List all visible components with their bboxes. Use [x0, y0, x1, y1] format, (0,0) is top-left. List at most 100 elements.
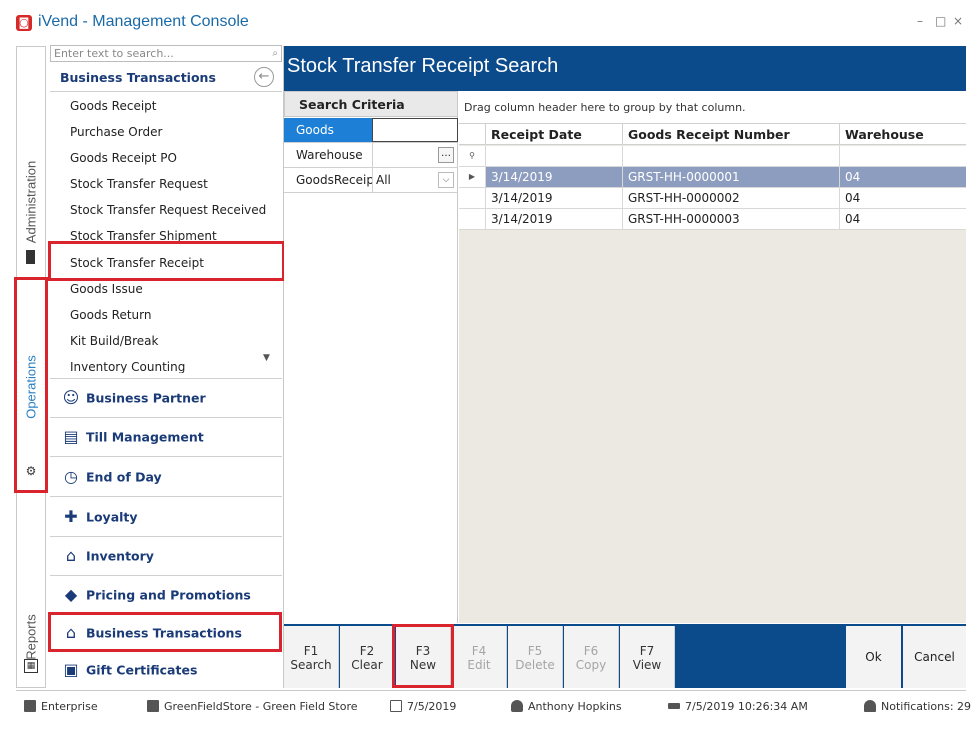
- back-arrow-icon[interactable]: ←: [254, 67, 274, 87]
- action-toolbar: F1 Search F2 Clear F3 New F4 Edit F5 Del…: [284, 624, 966, 688]
- criteria-row-goods[interactable]: Goods: [284, 118, 458, 143]
- scroll-down-icon[interactable]: ▼: [263, 353, 270, 363]
- search-button[interactable]: F1 Search: [284, 626, 339, 688]
- building-icon: [24, 700, 36, 712]
- group-business-transactions-label: Business Transactions: [86, 625, 242, 640]
- delete-button[interactable]: F5 Delete: [508, 626, 563, 688]
- copy-button[interactable]: F6 Copy: [564, 626, 619, 688]
- maximize-button[interactable]: □: [935, 14, 946, 28]
- nav-item-stock-transfer-shipment[interactable]: Stock Transfer Shipment: [70, 227, 217, 245]
- group-business-partner[interactable]: ☺ Business Partner: [50, 378, 282, 417]
- business-partner-icon: ☺: [62, 388, 80, 407]
- nav-item-stock-transfer-request-received[interactable]: Stock Transfer Request Received: [70, 201, 266, 219]
- group-business-transactions[interactable]: ⌂ Business Transactions: [50, 613, 282, 651]
- key-icon: [668, 703, 680, 709]
- clear-label: Clear: [351, 658, 383, 672]
- nav-item-goods-receipt[interactable]: Goods Receipt: [70, 97, 156, 115]
- group-inventory[interactable]: ⌂ Inventory: [50, 536, 282, 575]
- gift-icon: ✚: [64, 506, 78, 526]
- cell-warehouse[interactable]: 04: [839, 167, 966, 187]
- cell-receipt-date[interactable]: 3/14/2019: [485, 188, 622, 208]
- results-grid: Drag column header here to group by that…: [459, 91, 966, 623]
- tab-administration-label: Administration: [23, 160, 39, 244]
- tab-operations[interactable]: Operations ⚙: [17, 281, 45, 493]
- nav-search-input[interactable]: Enter text to search... ⌕: [50, 45, 282, 62]
- status-edition: Enterprise: [24, 700, 98, 713]
- certificate-icon: ▣: [63, 660, 79, 679]
- cell-receipt-date[interactable]: 3/14/2019: [485, 167, 622, 187]
- grid-header-row: Receipt Date Goods Receipt Number Wareho…: [459, 123, 966, 145]
- nav-item-goods-return[interactable]: Goods Return: [70, 306, 152, 324]
- nav-item-stock-transfer-request[interactable]: Stock Transfer Request: [70, 175, 208, 193]
- column-receipt-date[interactable]: Receipt Date: [485, 124, 622, 145]
- search-icon[interactable]: ⌕: [272, 46, 278, 61]
- row-indicator: [459, 188, 485, 208]
- group-gift-certificates-label: Gift Certificates: [86, 662, 198, 678]
- nav-item-goods-issue[interactable]: Goods Issue: [70, 280, 143, 298]
- till-icon: ▤: [63, 427, 79, 446]
- close-button[interactable]: ×: [953, 14, 963, 28]
- tag-icon: ◆: [64, 584, 78, 604]
- group-pricing-and-promotions[interactable]: ◆ Pricing and Promotions: [50, 575, 282, 613]
- filter-cell[interactable]: [622, 146, 839, 166]
- group-end-of-day[interactable]: ◷ End of Day: [50, 456, 282, 496]
- criteria-goods-input[interactable]: [372, 118, 458, 142]
- cell-receipt-date[interactable]: 3/14/2019: [485, 209, 622, 229]
- filter-row[interactable]: ⚲: [459, 146, 966, 167]
- table-row[interactable]: 3/14/2019 GRST-HH-0000003 04: [459, 209, 966, 230]
- view-label: View: [632, 658, 662, 672]
- status-notifications[interactable]: Notifications: 29: [864, 700, 971, 713]
- criteria-row-goodsreceipt[interactable]: GoodsReceip All ⌵: [284, 168, 458, 193]
- nav-section-title: Business Transactions: [60, 70, 216, 85]
- status-notifications-text: Notifications: 29: [881, 700, 972, 713]
- table-row[interactable]: ▶ 3/14/2019 GRST-HH-0000001 04: [459, 167, 966, 188]
- filter-cell[interactable]: [485, 146, 622, 166]
- group-inventory-label: Inventory: [86, 548, 154, 564]
- chevron-down-icon[interactable]: ⌵: [438, 172, 454, 188]
- group-gift-certificates[interactable]: ▣ Gift Certificates: [50, 651, 282, 688]
- group-business-partner-label: Business Partner: [86, 390, 206, 406]
- criteria-row-warehouse[interactable]: Warehouse …: [284, 143, 458, 168]
- status-date: 7/5/2019: [390, 700, 456, 713]
- cell-goods-receipt-number[interactable]: GRST-HH-0000002: [622, 188, 839, 208]
- bell-icon: [864, 700, 876, 712]
- cancel-button[interactable]: Cancel: [903, 626, 966, 688]
- group-loyalty[interactable]: ✚ Loyalty: [50, 496, 282, 536]
- group-till-management[interactable]: ▤ Till Management: [50, 417, 282, 456]
- group-loyalty-label: Loyalty: [86, 509, 138, 524]
- cell-goods-receipt-number[interactable]: GRST-HH-0000003: [622, 209, 839, 229]
- ok-button[interactable]: Ok: [846, 626, 901, 688]
- table-row[interactable]: 3/14/2019 GRST-HH-0000002 04: [459, 188, 966, 209]
- cell-warehouse[interactable]: 04: [839, 209, 966, 229]
- nav-item-kit-build-break[interactable]: Kit Build/Break: [70, 332, 158, 350]
- window-title: iVend - Management Console: [38, 13, 249, 30]
- column-warehouse[interactable]: Warehouse: [839, 124, 966, 145]
- filter-icon: ⚲: [459, 146, 485, 166]
- search-criteria-panel: Search Criteria Goods Warehouse … GoodsR…: [284, 91, 458, 623]
- new-button[interactable]: F3 New: [396, 626, 451, 688]
- view-button[interactable]: F7 View: [620, 626, 675, 688]
- column-goods-receipt-number[interactable]: Goods Receipt Number: [622, 124, 839, 145]
- status-login-time: 7/5/2019 10:26:34 AM: [668, 700, 808, 713]
- copy-key: F6: [583, 644, 599, 658]
- ellipsis-button[interactable]: …: [438, 147, 454, 163]
- nav-item-goods-receipt-po[interactable]: Goods Receipt PO: [70, 149, 177, 167]
- cell-goods-receipt-number[interactable]: GRST-HH-0000001: [622, 167, 839, 187]
- nav-item-purchase-order[interactable]: Purchase Order: [70, 123, 162, 141]
- nav-item-inventory-counting[interactable]: Inventory Counting: [70, 358, 185, 373]
- nav-item-stock-transfer-receipt[interactable]: Stock Transfer Receipt: [70, 254, 204, 272]
- status-user-text: Anthony Hopkins: [528, 700, 622, 713]
- filter-cell[interactable]: [839, 146, 966, 166]
- tab-administration[interactable]: Administration: [17, 137, 45, 267]
- clear-button[interactable]: F2 Clear: [340, 626, 395, 688]
- warehouse-icon: ⌂: [65, 546, 77, 565]
- minimize-button[interactable]: –: [917, 14, 923, 28]
- group-by-hint: Drag column header here to group by that…: [459, 91, 966, 123]
- criteria-goodsreceipt-label: GoodsReceip: [296, 173, 372, 187]
- search-label: Search: [290, 658, 332, 672]
- page-title: Stock Transfer Receipt Search: [287, 55, 559, 77]
- cell-warehouse[interactable]: 04: [839, 188, 966, 208]
- edit-button[interactable]: F4 Edit: [452, 626, 507, 688]
- group-end-of-day-label: End of Day: [86, 469, 162, 484]
- tab-reports[interactable]: Reports ▦: [17, 587, 45, 687]
